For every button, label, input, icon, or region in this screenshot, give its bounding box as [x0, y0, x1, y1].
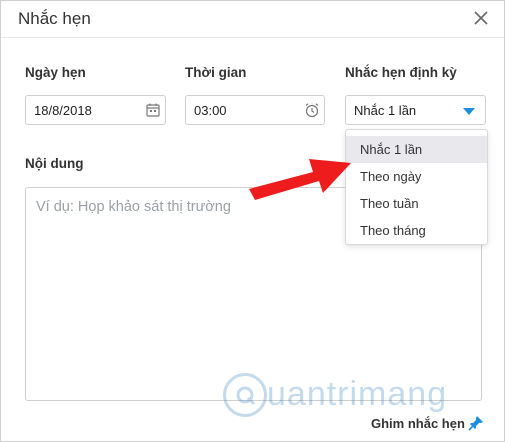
repeat-label: Nhắc hẹn định kỳ [345, 65, 457, 80]
repeat-value: Nhắc 1 lần [354, 103, 417, 118]
dialog-titlebar: Nhắc hẹn [1, 1, 504, 38]
dialog-title: Nhắc hẹn [18, 9, 91, 28]
watermark-text: uantrimang [267, 375, 448, 413]
date-label: Ngày hẹn [25, 65, 86, 80]
chevron-down-icon[interactable] [463, 108, 475, 115]
dropdown-option[interactable]: Theo tuần [346, 190, 487, 217]
content-placeholder: Ví dụ: Họp khảo sát thị trường [36, 199, 231, 215]
dropdown-option[interactable]: Nhắc 1 lần [346, 136, 487, 163]
dropdown-option[interactable]: Theo tháng [346, 217, 487, 244]
pin-icon[interactable] [467, 414, 485, 432]
date-field[interactable]: 18/8/2018 [25, 95, 166, 125]
content-label: Nội dung [25, 156, 84, 171]
calendar-icon[interactable] [145, 102, 161, 118]
reminder-dialog: Nhắc hẹn Ngày hẹn 18/8/2018 Thời gian 03… [0, 0, 505, 442]
repeat-select[interactable]: Nhắc 1 lần [345, 95, 486, 125]
repeat-dropdown: Nhắc 1 lần Theo ngày Theo tuần Theo thán… [345, 129, 488, 245]
annotation-arrow [247, 141, 357, 211]
watermark-logo-icon [223, 373, 267, 417]
dropdown-option[interactable]: Theo ngày [346, 163, 487, 190]
time-label: Thời gian [185, 65, 247, 80]
close-icon[interactable] [469, 6, 493, 30]
time-field[interactable]: 03:00 [185, 95, 325, 125]
alarm-clock-icon[interactable] [304, 102, 320, 118]
date-value: 18/8/2018 [34, 103, 92, 118]
time-value: 03:00 [194, 103, 227, 118]
pin-label: Ghim nhắc hẹn [371, 416, 465, 431]
